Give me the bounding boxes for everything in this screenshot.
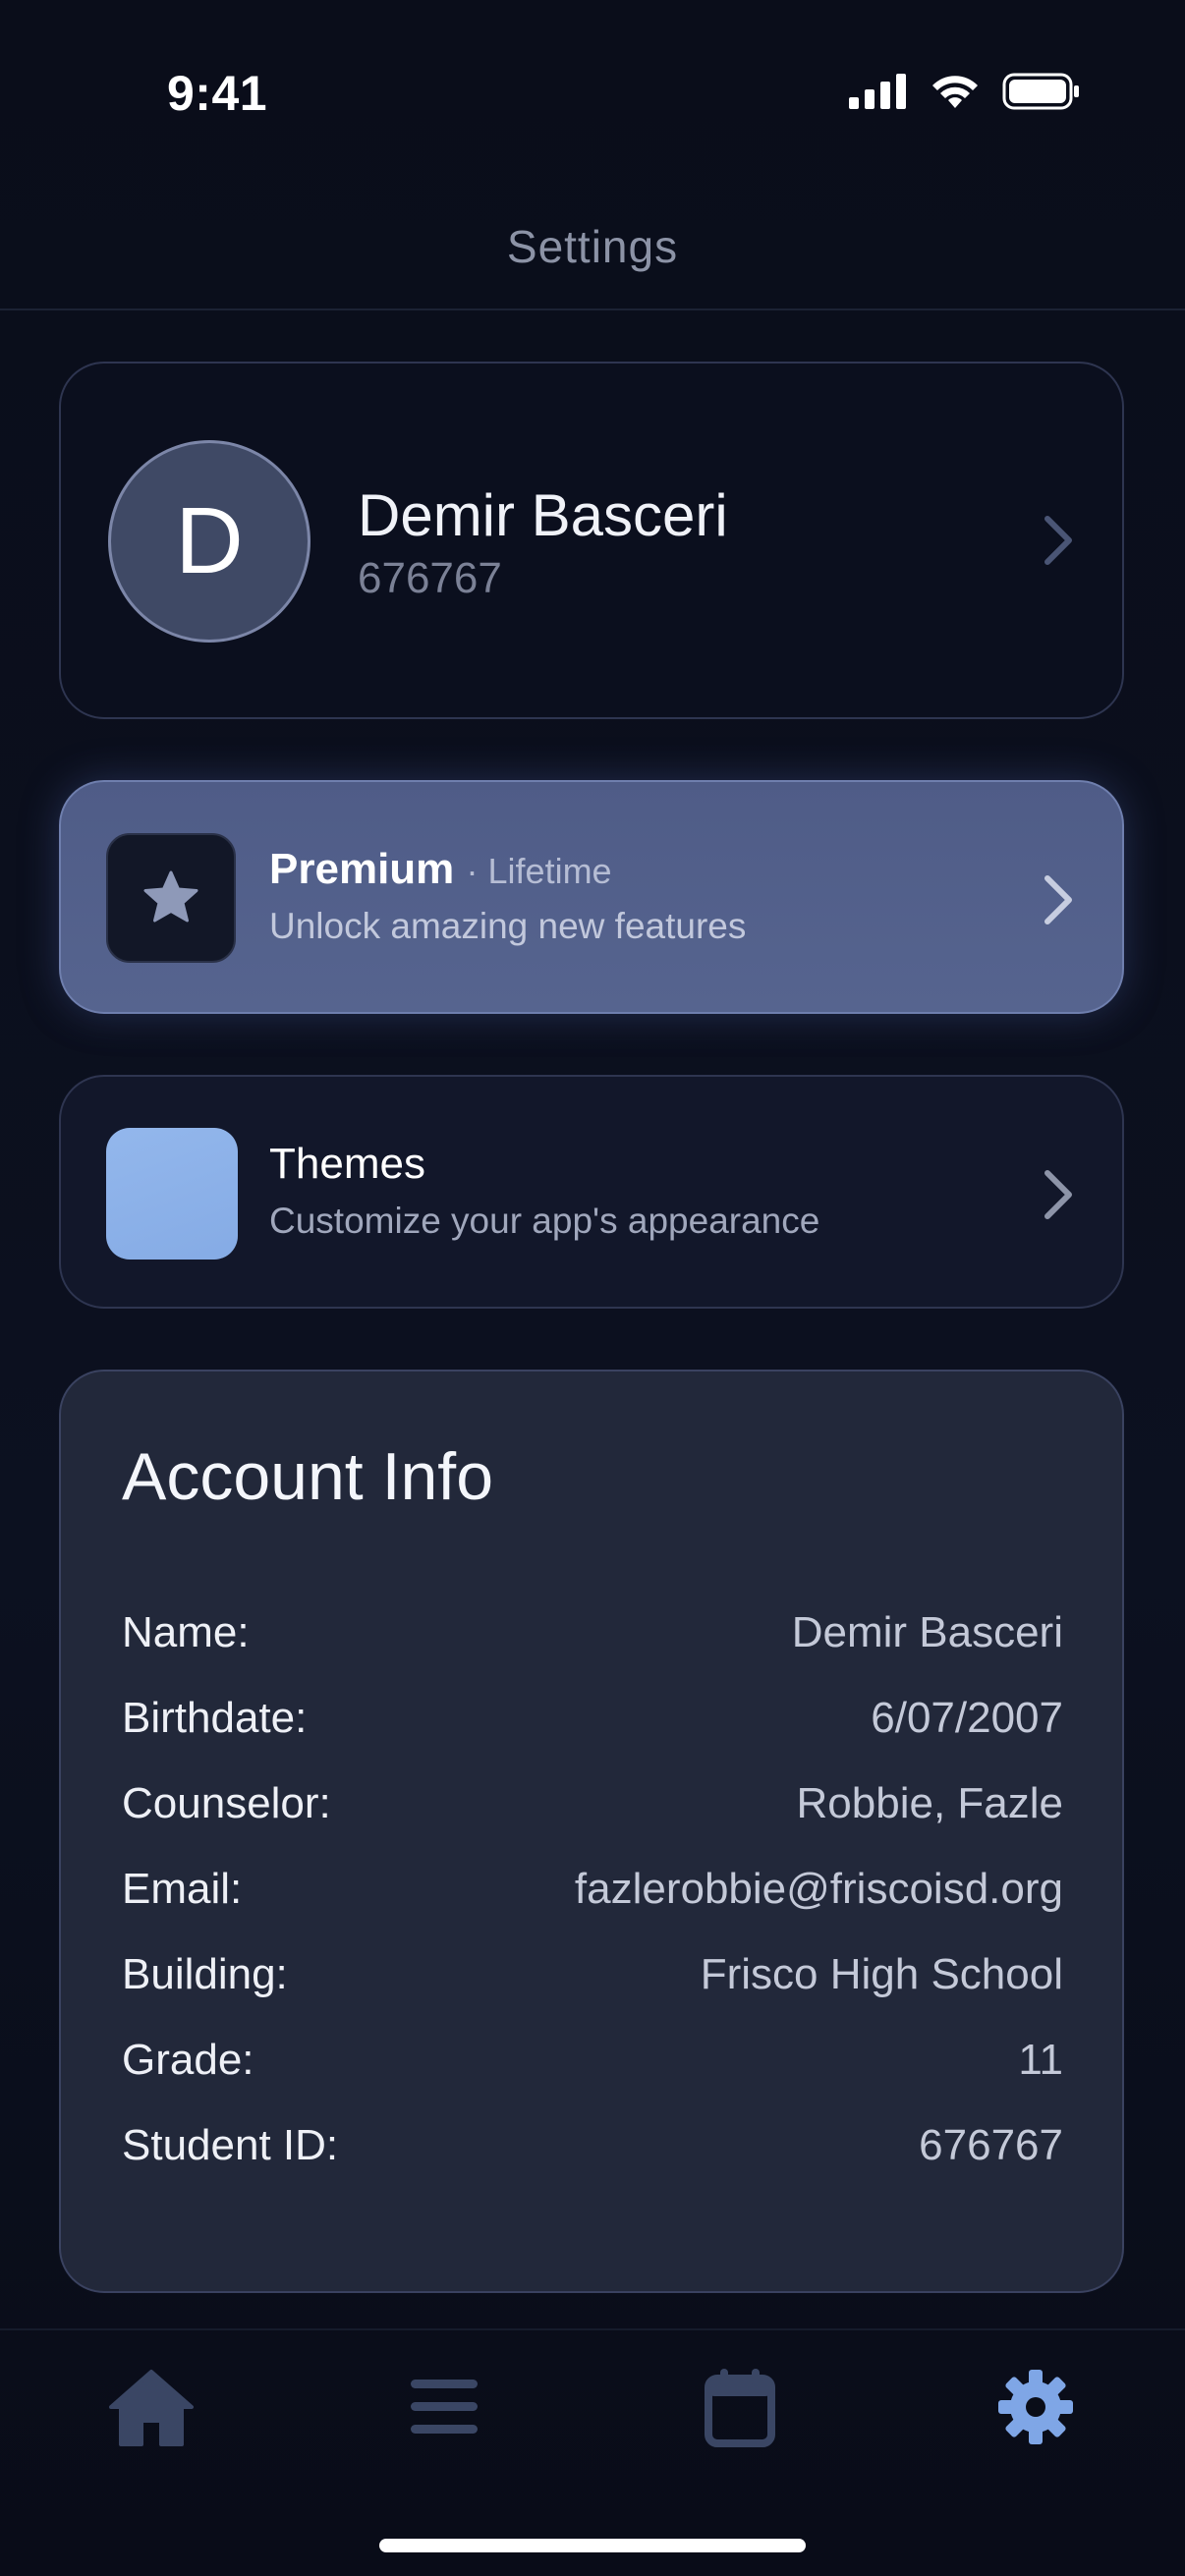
premium-title-line: Premium · Lifetime [269,845,612,894]
info-row-email: Email: fazlerobbie@friscoisd.org [122,1860,1063,1919]
status-time: 9:41 [167,66,268,121]
wifi-icon [932,76,978,108]
profile-name: Demir Basceri [358,482,728,548]
premium-title: Premium [269,845,455,893]
theme-swatch [106,1128,238,1260]
info-label: Building: [122,1950,288,1998]
themes-subtitle: Customize your app's appearance [269,1201,820,1241]
info-value: Frisco High School [700,1950,1063,1998]
profile-id: 676767 [358,554,502,602]
info-row-building: Building: Frisco High School [122,1945,1063,2004]
info-value: 11 [1018,2036,1063,2084]
cellular-signal-icon [849,74,906,109]
info-row-counselor: Counselor: Robbie, Fazle [122,1774,1063,1833]
info-row-name: Name: Demir Basceri [122,1603,1063,1662]
tab-home[interactable] [102,2358,200,2456]
calendar-icon [705,2369,775,2447]
account-info-card: Account Info Name: Demir Basceri Birthda… [59,1370,1124,2293]
premium-tag: · Lifetime [466,851,612,891]
info-row-grade: Grade: 11 [122,2031,1063,2090]
premium-subtitle: Unlock amazing new features [269,906,747,946]
info-label: Counselor: [122,1779,331,1827]
info-label: Email: [122,1865,243,1913]
themes-title: Themes [269,1140,425,1188]
star-icon [143,870,198,923]
tab-menu[interactable] [395,2358,493,2456]
profile-card[interactable]: D Demir Basceri 676767 [59,362,1124,719]
premium-card[interactable]: Premium · Lifetime Unlock amazing new fe… [59,780,1124,1014]
home-indicator[interactable] [379,2539,806,2552]
info-value: 6/07/2007 [871,1694,1063,1742]
info-label: Student ID: [122,2121,339,2169]
home-icon [109,2370,194,2446]
chevron-right-icon [1044,516,1072,565]
page-title: Settings [506,221,679,272]
info-row-student-id: Student ID: 676767 [122,2116,1063,2175]
battery-icon [1002,73,1079,110]
info-value: fazlerobbie@friscoisd.org [574,1865,1063,1913]
tab-settings[interactable] [987,2358,1085,2456]
info-value: Demir Basceri [791,1608,1063,1656]
info-row-birthdate: Birthdate: 6/07/2007 [122,1689,1063,1748]
info-label: Name: [122,1608,250,1656]
themes-card[interactable]: Themes Customize your app's appearance [59,1075,1124,1309]
premium-icon-box [106,833,236,963]
tab-bar-divider [0,2328,1185,2330]
info-value: Robbie, Fazle [796,1779,1063,1827]
account-info-title: Account Info [122,1439,494,1514]
info-label: Grade: [122,2036,254,2084]
header-divider [0,308,1185,310]
status-bar: 9:41 [0,0,1185,187]
tab-calendar[interactable] [691,2358,789,2456]
avatar: D [108,440,310,643]
chevron-right-icon [1044,875,1072,924]
info-value: 676767 [919,2121,1063,2169]
gear-icon [998,2370,1073,2444]
chevron-right-icon [1044,1170,1072,1219]
status-icons [849,73,1081,110]
info-label: Birthdate: [122,1694,308,1742]
menu-icon [411,2380,478,2434]
